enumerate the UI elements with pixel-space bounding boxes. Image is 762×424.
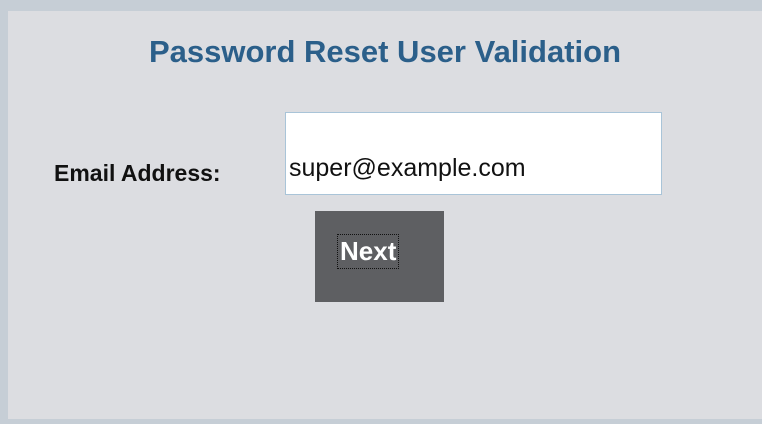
next-button[interactable]: Next: [315, 211, 444, 302]
next-button-label: Next: [336, 234, 400, 269]
email-field[interactable]: [285, 112, 662, 195]
email-label: Email Address:: [54, 160, 221, 186]
page-title: Password Reset User Validation: [148, 34, 622, 69]
password-reset-panel: Password Reset User Validation Email Add…: [8, 11, 762, 419]
